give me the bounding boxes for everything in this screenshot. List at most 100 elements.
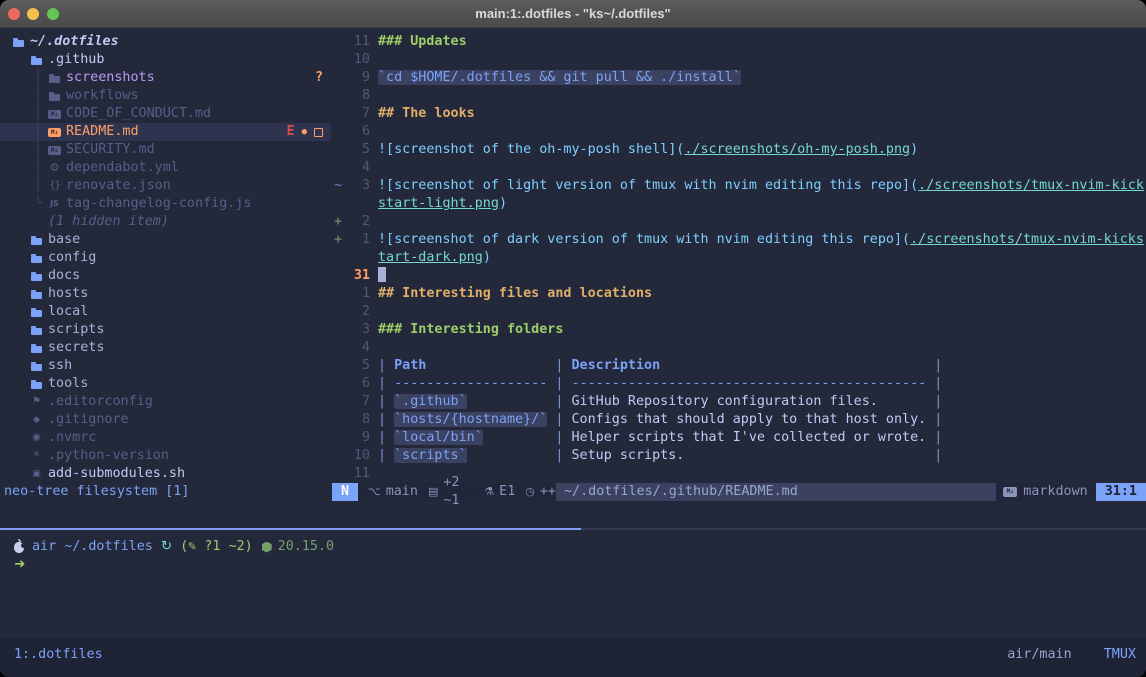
gutter-sign: + [332,213,346,231]
tree-item-config[interactable]: config [0,249,331,267]
editor-line[interactable]: 11### Updates [332,33,1146,51]
gutter-sign [332,393,346,411]
editor-line[interactable]: start-light.png) [332,195,1146,213]
editor-line[interactable]: 6 [332,123,1146,141]
editor-line[interactable]: 9| `local/bin` | Helper scripts that I'v… [332,429,1146,447]
lazy-updates: ++ [540,483,556,501]
editor-line[interactable]: 7| `.github` | GitHub Repository configu… [332,393,1146,411]
tree-item-screenshots[interactable]: │screenshots? [0,69,331,87]
editor-line[interactable]: 8 [332,87,1146,105]
editor-line[interactable]: 6| ------------------- | ---------------… [332,375,1146,393]
tree-item-label: ssh [48,358,72,373]
gutter-sign: + [332,231,346,249]
tree-item-workflows[interactable]: │workflows [0,87,331,105]
flask-icon: ⚗ [484,483,494,501]
tree-item-github[interactable]: .github [0,51,331,69]
tree-item-hosts[interactable]: hosts [0,285,331,303]
editor-buffer[interactable]: 11### Updates 10 9`cd $HOME/.dotfiles &&… [332,33,1146,483]
close-button[interactable] [8,8,20,20]
modified-dot: ● [302,123,307,141]
tree-item-gitignore[interactable]: ◆.gitignore [0,411,331,429]
editor-line[interactable]: 7## The looks [332,105,1146,123]
gear-icon: ⚙ [48,159,61,177]
gutter-sign [332,411,346,429]
line-number: 10 [346,51,370,69]
editor-line[interactable]: 2 [332,303,1146,321]
js-icon: JS [48,195,61,213]
shell-pane[interactable]: air ~/.dotfiles ↻ (✎ ?1 ~2) 20.15.0 ➜ [0,530,1146,638]
editor-line[interactable]: 1## Interesting files and locations [332,285,1146,303]
tree-item-tag-changelog-config-js[interactable]: └JStag-changelog-config.js [0,195,331,213]
tree-item-security-md[interactable]: │ SECURITY.md [0,141,331,159]
tree-item-label: base [48,232,80,247]
minimize-button[interactable] [27,8,39,20]
tree-item-label: .python-version [48,448,169,463]
tree-guide: │ [34,69,42,87]
editor-line[interactable]: 4 [332,159,1146,177]
tmux-window-name[interactable]: 1:.dotfiles [14,646,103,664]
editor-line[interactable]: 10| `scripts` | Setup scripts. | [332,447,1146,465]
editor-line[interactable]: 5![screenshot of the oh-my-posh shell](.… [332,141,1146,159]
tree-item-scripts[interactable]: scripts [0,321,331,339]
neo-tree-status: neo-tree filesystem [1] [4,483,189,501]
tree-item-dependabot-yml[interactable]: │⚙dependabot.yml [0,159,331,177]
gutter-sign [332,87,346,105]
line-number: 6 [346,123,370,141]
line-number: 5 [346,357,370,375]
tree-item-dotfiles[interactable]: ~/.dotfiles [0,33,331,51]
tree-item-label: ~/.dotfiles [30,34,119,49]
line-number: 6 [346,375,370,393]
gutter-sign [332,429,346,447]
prompt-cwd: ~/.dotfiles [64,538,153,556]
line-number: 5 [346,141,370,159]
editor-line[interactable]: tart-dark.png) [332,249,1146,267]
git-branch-icon: ⌥ [368,483,381,501]
tree-item-nvmrc[interactable]: ◉.nvmrc [0,429,331,447]
tree-item-readme-md[interactable]: │README.mdE● [0,123,331,141]
gutter-sign [332,357,346,375]
tree-item-label: screenshots [66,70,155,85]
gutter-sign [332,69,346,87]
tree-item-badges: E● [287,123,323,141]
line-number: 10 [346,447,370,465]
tree-item-label: SECURITY.md [66,142,155,157]
tree-item-ssh[interactable]: ssh [0,357,331,375]
line-number: 2 [346,303,370,321]
node-version: 20.15.0 [278,538,334,556]
tree-item-code-of-conduct-md[interactable]: │CODE_OF_CONDUCT.md [0,105,331,123]
tree-item-label: docs [48,268,80,283]
tree-item-renovate-json[interactable]: │{}renovate.json [0,177,331,195]
editor-line[interactable]: 5| Path | Description | [332,357,1146,375]
tree-item-editorconfig[interactable]: ⚑.editorconfig [0,393,331,411]
line-number [346,195,370,213]
tree-guide: │ [34,87,42,105]
shell-input-line[interactable]: ➜ [0,556,1146,574]
tree-item-local[interactable]: local [0,303,331,321]
tree-item-tools[interactable]: tools [0,375,331,393]
editor-line[interactable]: 8| `hosts/{hostname}/` | Configs that sh… [332,411,1146,429]
zoom-button[interactable] [47,8,59,20]
tree-guide: │ [34,141,42,159]
editor-line[interactable]: 3### Interesting folders [332,321,1146,339]
tree-item-1-hidden-item[interactable]: (1 hidden item) [0,213,331,231]
editor-line[interactable]: +1![screenshot of dark version of tmux w… [332,231,1146,249]
editor-line[interactable]: 4 [332,339,1146,357]
tree-item-label: dependabot.yml [66,160,179,175]
tree-item-python-version[interactable]: *.python-version [0,447,331,465]
diagnostic-count: E1 [499,483,515,501]
editor-line[interactable]: 9`cd $HOME/.dotfiles && git pull && ./in… [332,69,1146,87]
tree-item-label: .editorconfig [48,394,153,409]
apple-icon [14,542,24,553]
tree-item-add-submodules-sh[interactable]: ▣add-submodules.sh [0,465,331,483]
editor-line[interactable]: 10 [332,51,1146,69]
tree-item-base[interactable]: base [0,231,331,249]
shell-prompt-line: air ~/.dotfiles ↻ (✎ ?1 ~2) 20.15.0 [0,538,1146,556]
tree-item-secrets[interactable]: secrets [0,339,331,357]
editor-line[interactable]: ~3![screenshot of light version of tmux … [332,177,1146,195]
editor-line[interactable]: 31 [332,267,1146,285]
tree-guide: └ [34,195,42,213]
gutter-sign [332,141,346,159]
tree-item-docs[interactable]: docs [0,267,331,285]
editor-line[interactable]: +2 [332,213,1146,231]
titlebar: main:1:.dotfiles - "ks~/.dotfiles" [0,0,1146,28]
